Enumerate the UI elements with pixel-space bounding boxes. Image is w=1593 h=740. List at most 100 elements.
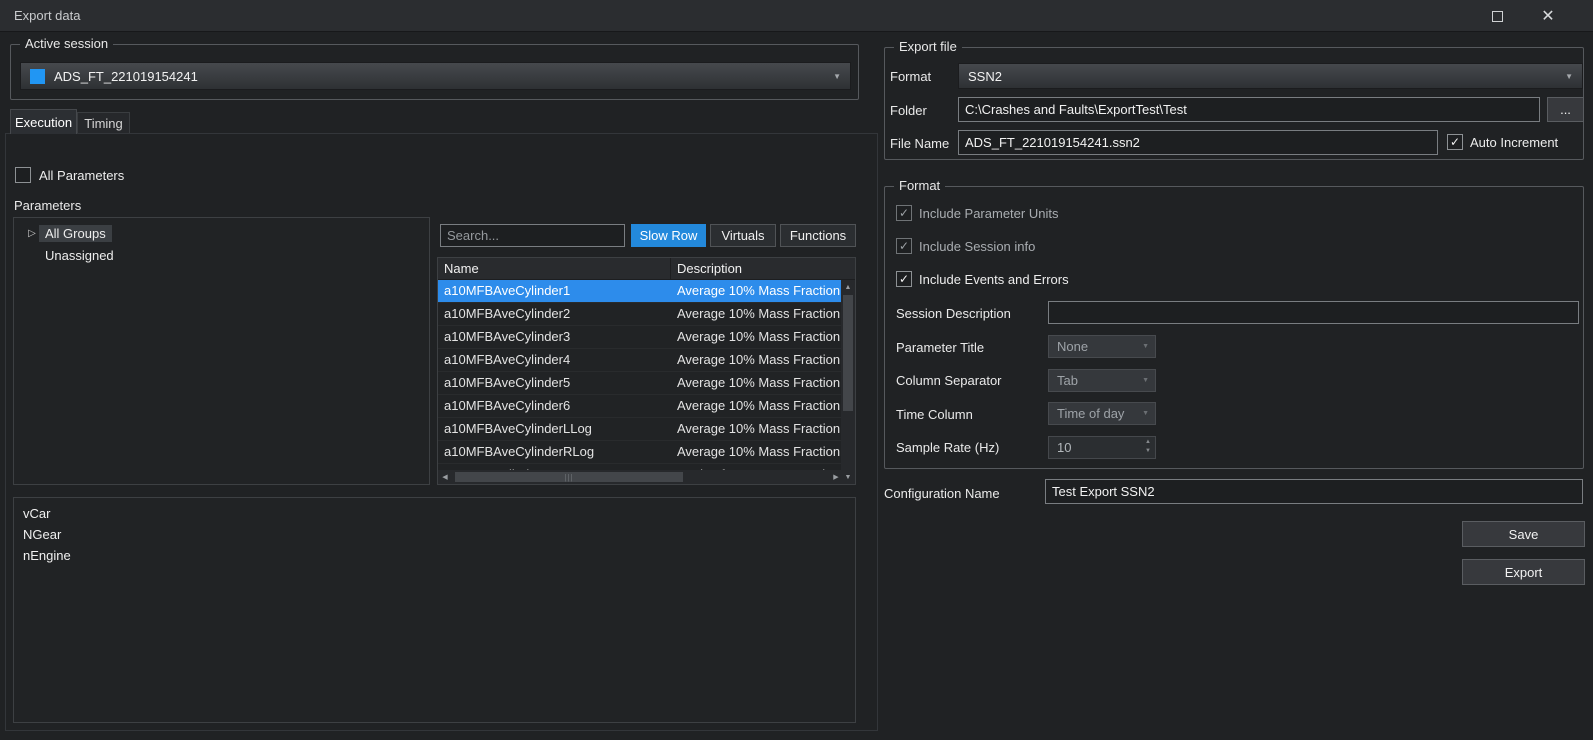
scroll-down-icon[interactable]: ▼ xyxy=(841,470,855,484)
table-row[interactable]: a10MFBAveCylinder1 Average 10% Mass Fract… xyxy=(438,280,843,303)
active-session-label: Active session xyxy=(20,36,114,51)
selected-parameters-list: vCar NGear nEngine xyxy=(13,497,856,723)
configuration-name-input[interactable] xyxy=(1045,479,1583,504)
cell-description: Average 10% Mass Fraction Bu xyxy=(677,444,843,459)
tree-item-label: Unassigned xyxy=(45,247,114,263)
format-value: SSN2 xyxy=(968,68,1002,84)
checkbox-include-parameter-units xyxy=(896,205,912,221)
cell-description: Average 10% Mass Fraction Bu xyxy=(677,352,843,367)
browse-button[interactable]: ... xyxy=(1547,97,1584,122)
horizontal-scrollbar[interactable]: ◀ ||| ▶ xyxy=(438,470,843,484)
checkbox-include-session-info xyxy=(896,238,912,254)
scroll-up-icon[interactable]: ▲ xyxy=(841,280,855,294)
filter-buttons: Slow Row Virtuals Functions xyxy=(631,224,856,247)
table-row[interactable]: a10MFBAveCylinder6 Average 10% Mass Fract… xyxy=(438,395,843,418)
scroll-left-icon[interactable]: ◀ xyxy=(438,470,452,484)
checkbox-include-events-and-errors[interactable] xyxy=(896,271,912,287)
list-item-ngear[interactable]: NGear xyxy=(14,524,855,545)
save-button-label: Save xyxy=(1508,526,1539,542)
configuration-name-label: Configuration Name xyxy=(884,486,1000,501)
tab-timing[interactable]: Timing xyxy=(77,112,130,134)
sample-rate-spinner[interactable]: 10 ▲ ▼ xyxy=(1048,436,1156,459)
active-session-value: ADS_FT_221019154241 xyxy=(54,68,198,84)
time-column-label: Time Column xyxy=(896,407,973,422)
chevron-down-icon: ▼ xyxy=(1565,71,1573,81)
title-bar: Export data ✕ xyxy=(0,0,1593,32)
checkbox-label-include-parameter-units: Include Parameter Units xyxy=(919,206,1059,221)
expander-icon[interactable]: ▷ xyxy=(25,228,39,239)
cell-description: Average 10% Mass Fraction Bu xyxy=(677,398,843,413)
tab-execution-label: Execution xyxy=(14,114,73,130)
search-input[interactable] xyxy=(440,224,625,247)
chevron-down-icon: ▼ xyxy=(1142,410,1149,417)
session-description-label: Session Description xyxy=(896,306,1011,321)
file-name-label: File Name xyxy=(890,136,950,151)
filter-button-slow-row[interactable]: Slow Row xyxy=(631,224,706,247)
active-session-combobox[interactable]: ADS_FT_221019154241 ▼ xyxy=(20,62,851,90)
all-parameters-label: All Parameters xyxy=(39,168,125,183)
list-item-vcar[interactable]: vCar xyxy=(14,503,855,524)
checkbox-label-include-events-and-errors: Include Events and Errors xyxy=(919,272,1069,287)
column-header-description[interactable]: Description xyxy=(671,258,742,279)
chevron-down-icon: ▼ xyxy=(1142,377,1149,384)
table-header: Name Description xyxy=(438,258,855,280)
window-title: Export data xyxy=(14,8,81,23)
table-row[interactable]: a10MFBAveCylinder5 Average 10% Mass Fract… xyxy=(438,372,843,395)
table-row[interactable]: a10MFBAveCylinder4 Average 10% Mass Fract… xyxy=(438,349,843,372)
cell-name: a10MFBAveCylinder6 xyxy=(444,398,571,413)
table-row[interactable]: a10MFBAveCylinder2 Average 10% Mass Fract… xyxy=(438,303,843,326)
time-column-combobox: Time of day ▼ xyxy=(1048,402,1156,425)
table-row[interactable]: a10MFBAveCylinder3 Average 10% Mass Fract… xyxy=(438,326,843,349)
parameter-table: Name Description a10MFBAveCylinder1 Avera… xyxy=(437,257,856,485)
tree-item-unassigned[interactable]: Unassigned xyxy=(14,244,429,266)
session-description-input[interactable] xyxy=(1048,301,1579,324)
filter-button-functions[interactable]: Functions xyxy=(780,224,856,247)
window-close-button[interactable]: ✕ xyxy=(1528,0,1568,32)
vertical-scrollbar[interactable]: ▲ ▼ xyxy=(841,280,855,484)
vertical-scrollbar-thumb[interactable] xyxy=(843,295,853,411)
export-button[interactable]: Export xyxy=(1462,559,1585,585)
horizontal-scrollbar-thumb[interactable]: ||| xyxy=(455,472,683,482)
auto-increment-label: Auto Increment xyxy=(1470,135,1559,150)
column-separator-value: Tab xyxy=(1057,373,1078,388)
scroll-right-icon[interactable]: ▶ xyxy=(829,470,843,484)
folder-input[interactable] xyxy=(958,97,1540,122)
save-button[interactable]: Save xyxy=(1462,521,1585,547)
export-file-group-label: Export file xyxy=(894,39,962,54)
tree-item-all-groups[interactable]: ▷ All Groups xyxy=(14,222,429,244)
cell-description: Average 10% Mass Fraction Bu xyxy=(677,283,843,298)
auto-increment-checkbox[interactable] xyxy=(1447,134,1463,150)
export-button-label: Export xyxy=(1504,564,1543,580)
sample-rate-label: Sample Rate (Hz) xyxy=(896,440,1000,455)
window-maximize-button[interactable] xyxy=(1480,0,1514,32)
cell-name: a10MFBAveCylinder5 xyxy=(444,375,571,390)
time-column-value: Time of day xyxy=(1057,406,1125,421)
list-item-nengine[interactable]: nEngine xyxy=(14,545,855,566)
column-header-name[interactable]: Name xyxy=(438,258,671,279)
format-options-group: Format xyxy=(884,178,1584,469)
tree-item-label: All Groups xyxy=(39,224,112,242)
parameter-title-value: None xyxy=(1057,339,1089,354)
cell-description: Average 10% Mass Fraction Bu xyxy=(677,306,843,321)
column-separator-label: Column Separator xyxy=(896,373,1002,388)
tab-execution[interactable]: Execution xyxy=(10,109,77,134)
table-row[interactable]: a10MFBAveCylinderRLog Average 10% Mass Fr… xyxy=(438,441,843,464)
cell-name: a10MFBAveCylinderRLog xyxy=(444,444,595,459)
spin-up-icon[interactable]: ▲ xyxy=(1145,438,1151,447)
all-parameters-checkbox[interactable] xyxy=(15,167,31,183)
format-combobox[interactable]: SSN2 ▼ xyxy=(958,63,1583,89)
chevron-down-icon: ▼ xyxy=(833,71,841,81)
browse-button-label: ... xyxy=(1560,102,1571,117)
cell-description: Average 10% Mass Fraction Bu xyxy=(677,329,843,344)
table-row[interactable]: a10MFBAveCylinderLLog Average 10% Mass Fr… xyxy=(438,418,843,441)
file-name-input[interactable] xyxy=(958,130,1438,155)
close-icon: ✕ xyxy=(1541,8,1555,25)
spin-down-icon[interactable]: ▼ xyxy=(1145,447,1151,456)
session-color-icon xyxy=(30,68,45,84)
checkbox-label-include-session-info: Include Session info xyxy=(919,239,1036,254)
active-session-group: Active session ADS_FT_221019154241 ▼ xyxy=(10,36,859,100)
cell-description: Average 10% Mass Fraction Bu xyxy=(677,375,843,390)
folder-label: Folder xyxy=(890,103,927,118)
filter-button-virtuals[interactable]: Virtuals xyxy=(710,224,776,247)
tab-timing-label: Timing xyxy=(84,116,123,131)
